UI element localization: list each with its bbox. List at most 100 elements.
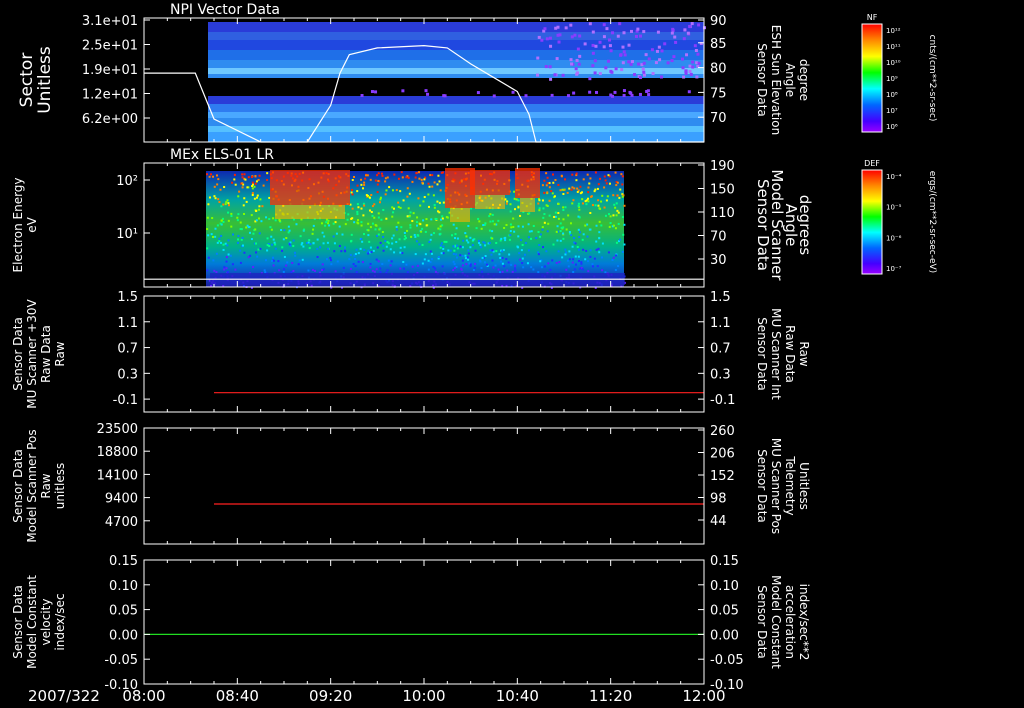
date-label: 2007/322 (28, 687, 100, 705)
els-pixel (269, 226, 272, 229)
panel-frame (143, 427, 705, 545)
els-pixel (274, 243, 277, 246)
els-pixel (283, 255, 286, 258)
npi-speckle (476, 91, 480, 95)
els-pixel (416, 264, 419, 267)
els-pixel (349, 267, 352, 270)
npi-speckle (621, 61, 625, 65)
els-pixel (615, 241, 618, 244)
els-pixel (601, 269, 604, 272)
els-pixel (556, 225, 559, 228)
els-pixel (623, 204, 626, 207)
chart-canvas: 3.1e+01 2.5e+01 1.9e+01 1.2e+01 6.2e+00 90 85 8… (11, 2, 937, 705)
els-pixel (515, 198, 518, 201)
els-pixel (489, 213, 492, 216)
npi-speckle (682, 37, 686, 41)
els-pixel (332, 235, 335, 238)
els-pixel (535, 237, 538, 240)
els-pixel (254, 228, 257, 231)
els-pixel (530, 230, 533, 233)
els-pixel (211, 175, 214, 178)
els-pixel (606, 195, 609, 198)
els-pixel (386, 269, 389, 272)
els-pixel (495, 250, 498, 253)
els-pixel (460, 267, 463, 270)
els-pixel (545, 184, 548, 187)
els-pixel (438, 211, 441, 214)
els-pixel (406, 215, 409, 218)
els-pixel (621, 183, 624, 186)
els-pixel (237, 238, 240, 241)
els-pixel (431, 185, 434, 188)
y-axis-label-right: Sensor Data (755, 585, 769, 659)
els-pixel (568, 258, 571, 261)
els-pixel (357, 222, 360, 225)
els-pixel (222, 248, 225, 251)
els-pixel (612, 224, 615, 227)
els-pixel (301, 242, 304, 245)
npi-speckle (598, 40, 602, 44)
y-axis-label-left: Model Scanner Pos (25, 429, 39, 542)
els-pixel (341, 233, 344, 236)
els-pixel (208, 175, 211, 178)
els-pixel (243, 197, 246, 200)
els-pixel (218, 201, 221, 204)
els-pixel (217, 198, 220, 201)
y-tick-label-right: 206 (710, 447, 735, 462)
y-tick-label-left: 10¹ (116, 227, 138, 242)
npi-speckle (555, 57, 559, 61)
els-pixel (482, 224, 485, 227)
els-pixel (225, 260, 228, 263)
els-pixel (349, 240, 352, 243)
els-pixel (403, 231, 406, 234)
y-tick-label-right: 0.00 (710, 628, 739, 643)
els-pixel (272, 238, 275, 241)
npi-speckle (630, 60, 634, 64)
els-pixel (537, 271, 540, 274)
npi-speckle (588, 77, 592, 81)
els-pixel (411, 265, 414, 268)
els-pixel (603, 206, 606, 209)
els-pixel (399, 267, 402, 270)
els-pixel (469, 246, 472, 249)
npi-speckle (655, 49, 659, 53)
els-pixel (270, 228, 273, 231)
els-pixel (231, 263, 234, 266)
els-pixel (441, 217, 444, 220)
els-pixel (245, 200, 248, 203)
colorbar (862, 24, 882, 132)
y-axis-label-right: MU Scanner Pos (769, 438, 783, 534)
els-pixel (585, 249, 588, 252)
els-pixel (578, 236, 581, 239)
els-pixel (294, 254, 297, 257)
els-pixel (268, 218, 271, 221)
els-pixel (464, 254, 467, 257)
colorbar-title: NF (867, 13, 878, 22)
els-pixel (617, 265, 620, 268)
x-tick-label: 08:00 (122, 687, 165, 705)
npi-speckle (657, 45, 661, 49)
npi-speckle (443, 94, 447, 98)
els-pixel (363, 204, 366, 207)
els-pixel (360, 178, 363, 181)
els-pixel (290, 271, 293, 274)
els-pixel (257, 208, 260, 211)
els-pixel (375, 268, 378, 271)
els-pixel (537, 202, 540, 205)
npi-speckle (680, 57, 684, 61)
els-pixel (356, 184, 359, 187)
els-pixel (261, 205, 264, 208)
y-tick-label-right: 1.1 (710, 316, 731, 331)
els-pixel (597, 183, 600, 186)
els-pixel (220, 219, 223, 222)
els-pixel (543, 221, 546, 224)
els-pixel (226, 199, 229, 202)
npi-speckle (548, 65, 552, 69)
els-pixel (557, 202, 560, 205)
els-pixel (333, 250, 336, 253)
els-pixel (407, 207, 410, 210)
els-pixel (266, 237, 269, 240)
els-pixel (371, 269, 374, 272)
npi-speckle (690, 22, 694, 26)
els-pixel (287, 231, 290, 234)
